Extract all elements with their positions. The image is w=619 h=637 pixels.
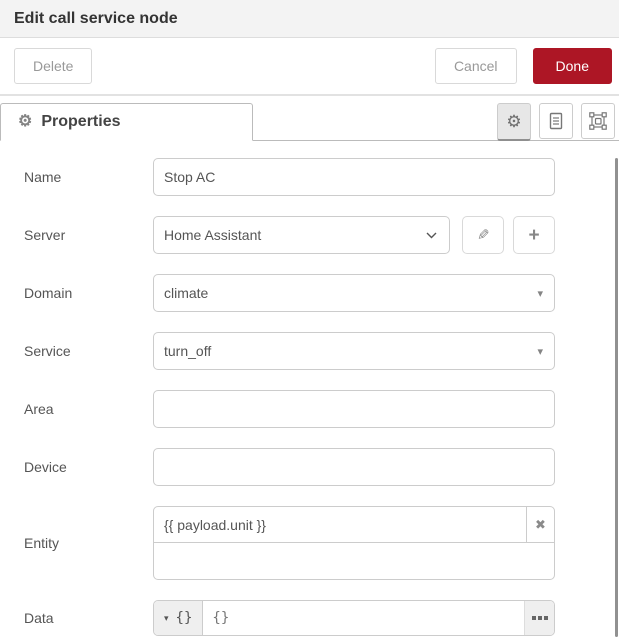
ellipsis-icon	[544, 616, 548, 620]
dialog-header: Edit call service node	[0, 0, 619, 38]
ellipsis-icon	[538, 616, 542, 620]
device-label: Device	[24, 459, 153, 475]
close-icon: ✖	[535, 517, 546, 533]
tab-properties[interactable]: ⚙ Properties	[0, 103, 253, 141]
dialog-button-bar: Delete Cancel Done	[0, 38, 619, 96]
service-row: Service ▾	[24, 332, 619, 370]
remove-entity-button[interactable]: ✖	[526, 507, 554, 542]
area-input[interactable]	[153, 390, 555, 428]
properties-gear-button[interactable]: ⚙	[497, 103, 531, 141]
entity-row: Entity {{ payload.unit }} ✖	[24, 506, 619, 580]
service-input[interactable]	[153, 332, 555, 370]
server-select-value: Home Assistant	[164, 227, 261, 243]
name-row: Name	[24, 158, 619, 196]
server-label: Server	[24, 227, 153, 243]
domain-row: Domain ▾	[24, 274, 619, 312]
chevron-down-icon	[426, 232, 437, 239]
dropdown-triangle-icon[interactable]: ▾	[537, 287, 543, 300]
data-label: Data	[24, 610, 153, 626]
gear-icon: ⚙	[506, 113, 521, 130]
device-row: Device	[24, 448, 619, 486]
plus-icon: +	[528, 226, 539, 245]
data-value-input[interactable]: {}	[203, 601, 524, 635]
cancel-button[interactable]: Cancel	[435, 48, 517, 84]
service-label: Service	[24, 343, 153, 359]
entity-list-item[interactable]: {{ payload.unit }} ✖	[153, 506, 555, 543]
caret-down-icon: ▾	[164, 613, 169, 624]
gear-icon: ⚙	[18, 114, 32, 130]
edit-server-button[interactable]: ✎	[462, 216, 504, 254]
server-row: Server Home Assistant ✎ +	[24, 216, 619, 254]
entity-empty-input[interactable]	[153, 543, 555, 580]
document-icon	[548, 112, 564, 130]
tab-properties-label: Properties	[41, 113, 120, 131]
data-typed-input: ▾ {} {}	[153, 600, 555, 636]
vertical-scrollbar[interactable]	[615, 158, 618, 637]
appearance-button[interactable]	[581, 103, 615, 139]
area-label: Area	[24, 401, 153, 417]
ellipsis-icon	[532, 616, 536, 620]
area-row: Area	[24, 390, 619, 428]
name-label: Name	[24, 169, 153, 185]
domain-input[interactable]	[153, 274, 555, 312]
entity-label: Entity	[24, 535, 153, 551]
description-button[interactable]	[539, 103, 573, 139]
add-server-button[interactable]: +	[513, 216, 555, 254]
properties-form: Name Server Home Assistant ✎ + Domain ▾ …	[0, 141, 619, 636]
done-button[interactable]: Done	[533, 48, 612, 84]
entity-value[interactable]: {{ payload.unit }}	[154, 507, 526, 542]
delete-button[interactable]: Delete	[14, 48, 92, 84]
json-type-icon: {}	[176, 610, 193, 626]
tray-toolbar: ⚙	[497, 103, 615, 141]
server-select[interactable]: Home Assistant	[153, 216, 450, 254]
appearance-icon	[589, 112, 607, 130]
data-type-button[interactable]: ▾ {}	[154, 601, 203, 635]
pencil-icon: ✎	[477, 226, 490, 244]
name-input[interactable]	[153, 158, 555, 196]
data-row: Data ▾ {} {}	[24, 600, 619, 636]
expand-editor-button[interactable]	[524, 601, 554, 635]
dropdown-triangle-icon[interactable]: ▾	[537, 345, 543, 358]
dialog-title: Edit call service node	[14, 10, 178, 28]
domain-label: Domain	[24, 285, 153, 301]
device-input[interactable]	[153, 448, 555, 486]
editor-tab-bar: ⚙ Properties ⚙	[0, 103, 619, 141]
entity-list: {{ payload.unit }} ✖	[153, 506, 555, 580]
